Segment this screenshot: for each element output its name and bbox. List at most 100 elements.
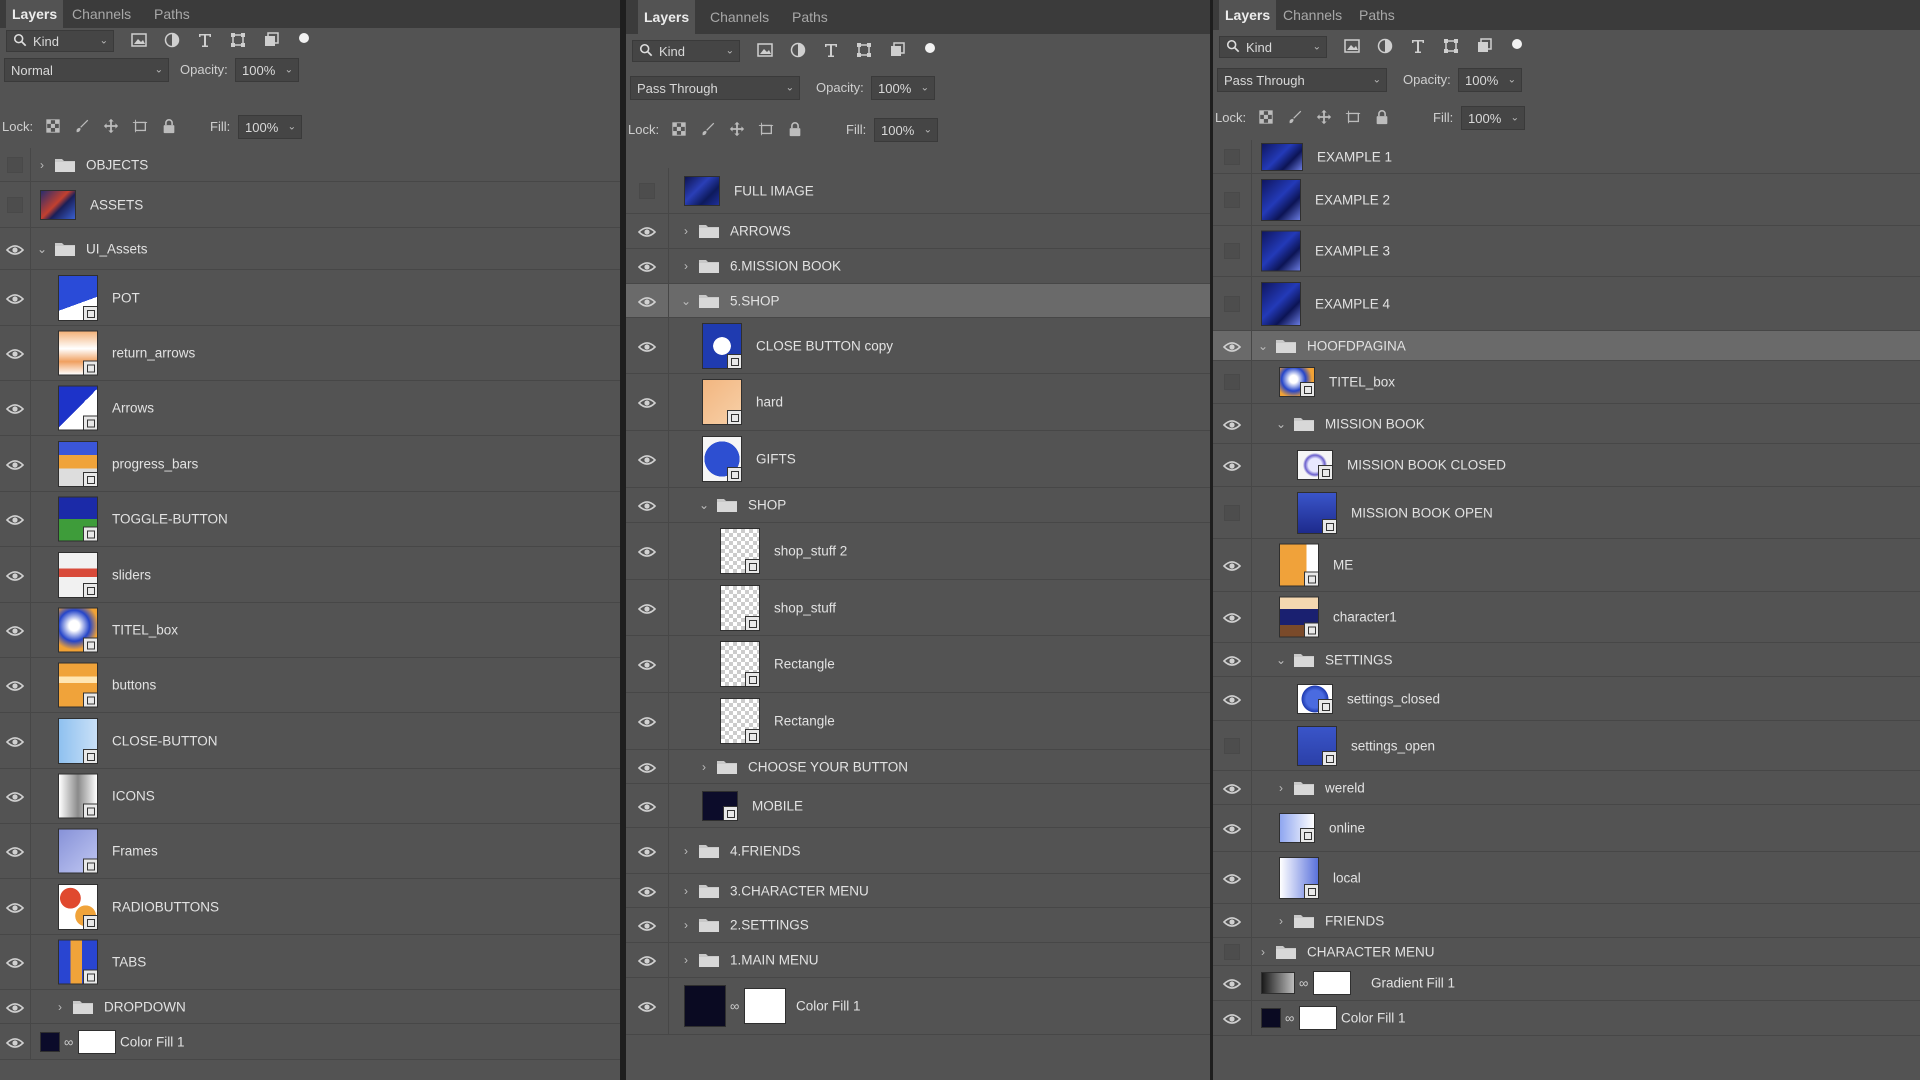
layer-row[interactable]: POT <box>0 270 620 326</box>
layer-row[interactable]: › FRIENDS <box>1213 904 1920 938</box>
tab-layers[interactable]: Layers <box>638 0 696 34</box>
layer-row[interactable]: › wereld <box>1213 771 1920 805</box>
visibility-toggle[interactable] <box>1213 677 1252 720</box>
tab-paths[interactable]: Paths <box>148 0 196 28</box>
layer-name[interactable]: settings_open <box>1351 738 1435 753</box>
layer-name[interactable]: OBJECTS <box>86 157 148 172</box>
layer-mask-thumbnail[interactable] <box>1299 1006 1337 1030</box>
layer-thumbnail[interactable] <box>702 436 742 482</box>
layer-name[interactable]: Color Fill 1 <box>796 999 861 1014</box>
layer-name[interactable]: ICONS <box>112 789 155 804</box>
layer-row[interactable]: ∞ Gradient Fill 1 <box>1213 966 1920 1001</box>
layer-name[interactable]: 6.MISSION BOOK <box>730 259 841 274</box>
layer-name[interactable]: 4.FRIENDS <box>730 843 801 858</box>
visibility-toggle[interactable] <box>626 284 669 317</box>
layer-row[interactable]: ∞ Color Fill 1 <box>1213 1001 1920 1036</box>
image-filter-icon[interactable] <box>756 41 774 59</box>
tab-paths[interactable]: Paths <box>1353 0 1401 30</box>
visibility-toggle[interactable] <box>626 431 669 487</box>
layer-row[interactable]: Rectangle <box>626 693 1210 750</box>
lock-all-icon[interactable] <box>1373 109 1391 127</box>
layer-name[interactable]: TITEL_box <box>1329 375 1395 390</box>
shape-filter-icon[interactable] <box>229 31 247 49</box>
layer-thumbnail[interactable] <box>1279 813 1315 843</box>
fill-color-thumbnail[interactable] <box>40 1031 60 1052</box>
visibility-toggle[interactable] <box>626 374 669 430</box>
smart-object-filter-icon[interactable] <box>888 41 906 59</box>
layer-row[interactable]: CLOSE BUTTON copy <box>626 318 1210 374</box>
layer-thumbnail[interactable] <box>58 939 98 985</box>
chevron-down-icon[interactable]: ⌄ <box>1275 653 1287 667</box>
visibility-toggle[interactable] <box>626 168 669 213</box>
visibility-toggle[interactable] <box>1213 852 1252 903</box>
layer-thumbnail[interactable] <box>1279 543 1319 587</box>
layer-name[interactable]: 3.CHARACTER MENU <box>730 883 869 898</box>
visibility-toggle[interactable] <box>0 436 31 491</box>
chevron-right-icon[interactable]: › <box>680 844 692 858</box>
visibility-toggle[interactable] <box>626 750 669 783</box>
layer-name[interactable]: FRIENDS <box>1325 913 1384 928</box>
layer-name[interactable]: local <box>1333 870 1361 885</box>
visibility-toggle[interactable] <box>1213 721 1252 770</box>
visibility-toggle[interactable] <box>626 874 669 907</box>
layer-name[interactable]: DROPDOWN <box>104 999 186 1014</box>
layer-name[interactable]: EXAMPLE 3 <box>1315 244 1390 259</box>
layer-name[interactable]: CLOSE-BUTTON <box>112 733 218 748</box>
layer-name[interactable]: TOGGLE-BUTTON <box>112 512 228 527</box>
layer-thumbnail[interactable] <box>702 790 738 821</box>
layer-thumbnail[interactable] <box>58 883 98 930</box>
visibility-toggle[interactable] <box>0 713 31 768</box>
tab-paths[interactable]: Paths <box>786 0 834 34</box>
layer-thumbnail[interactable] <box>720 584 760 631</box>
layer-row[interactable]: sliders <box>0 547 620 603</box>
chevron-down-icon[interactable]: ⌄ <box>36 242 48 256</box>
layer-thumbnail[interactable] <box>720 528 760 574</box>
layer-mask-thumbnail[interactable] <box>744 988 786 1024</box>
layer-name[interactable]: sliders <box>112 567 151 582</box>
layer-row[interactable]: › ARROWS <box>626 214 1210 249</box>
visibility-toggle[interactable] <box>0 492 31 546</box>
visibility-toggle[interactable] <box>1213 140 1252 173</box>
layer-name[interactable]: Color Fill 1 <box>120 1034 185 1049</box>
layer-row[interactable]: ∞ Color Fill 1 <box>626 978 1210 1035</box>
visibility-toggle[interactable] <box>626 318 669 373</box>
layer-thumbnail[interactable] <box>58 607 98 653</box>
lock-paint-icon[interactable] <box>1286 109 1304 127</box>
layer-row[interactable]: buttons <box>0 658 620 713</box>
visibility-toggle[interactable] <box>1213 444 1252 486</box>
layer-row[interactable]: EXAMPLE 2 <box>1213 174 1920 226</box>
chevron-right-icon[interactable]: › <box>698 760 710 774</box>
layer-row[interactable]: › 3.CHARACTER MENU <box>626 874 1210 908</box>
visibility-toggle[interactable] <box>1213 174 1252 225</box>
layer-thumbnail[interactable] <box>720 641 760 687</box>
visibility-toggle[interactable] <box>1213 1001 1252 1035</box>
layer-name[interactable]: EXAMPLE 2 <box>1315 192 1390 207</box>
visibility-toggle[interactable] <box>1213 331 1252 360</box>
layer-name[interactable]: Color Fill 1 <box>1341 1011 1406 1026</box>
visibility-toggle[interactable] <box>626 908 669 942</box>
layer-name[interactable]: Arrows <box>112 401 154 416</box>
layer-row[interactable]: ⌄ SHOP <box>626 488 1210 523</box>
layer-row[interactable]: Frames <box>0 824 620 879</box>
visibility-toggle[interactable] <box>0 381 31 435</box>
layer-row[interactable]: ⌄ MISSION BOOK <box>1213 404 1920 444</box>
layer-thumbnail[interactable] <box>1279 856 1319 899</box>
layer-name[interactable]: 5.SHOP <box>730 293 780 308</box>
layer-name[interactable]: return_arrows <box>112 346 195 361</box>
layer-thumbnail[interactable] <box>1297 683 1333 714</box>
layer-thumbnail[interactable] <box>1297 491 1337 534</box>
filter-kind-select[interactable]: Kind ⌄ <box>6 30 114 52</box>
layer-row[interactable]: MOBILE <box>626 784 1210 828</box>
layer-row[interactable]: › OBJECTS <box>0 148 620 182</box>
chevron-down-icon[interactable]: ⌄ <box>1257 339 1269 353</box>
layer-name[interactable]: TABS <box>112 955 146 970</box>
visibility-toggle[interactable] <box>0 1024 31 1059</box>
type-filter-icon[interactable] <box>1409 37 1427 55</box>
visibility-toggle[interactable] <box>0 326 31 380</box>
layer-row[interactable]: CLOSE-BUTTON <box>0 713 620 769</box>
layer-row[interactable]: › 2.SETTINGS <box>626 908 1210 943</box>
tab-channels[interactable]: Channels <box>66 0 137 28</box>
visibility-toggle[interactable] <box>1213 226 1252 276</box>
type-filter-icon[interactable] <box>822 41 840 59</box>
lock-all-icon[interactable] <box>160 118 178 136</box>
